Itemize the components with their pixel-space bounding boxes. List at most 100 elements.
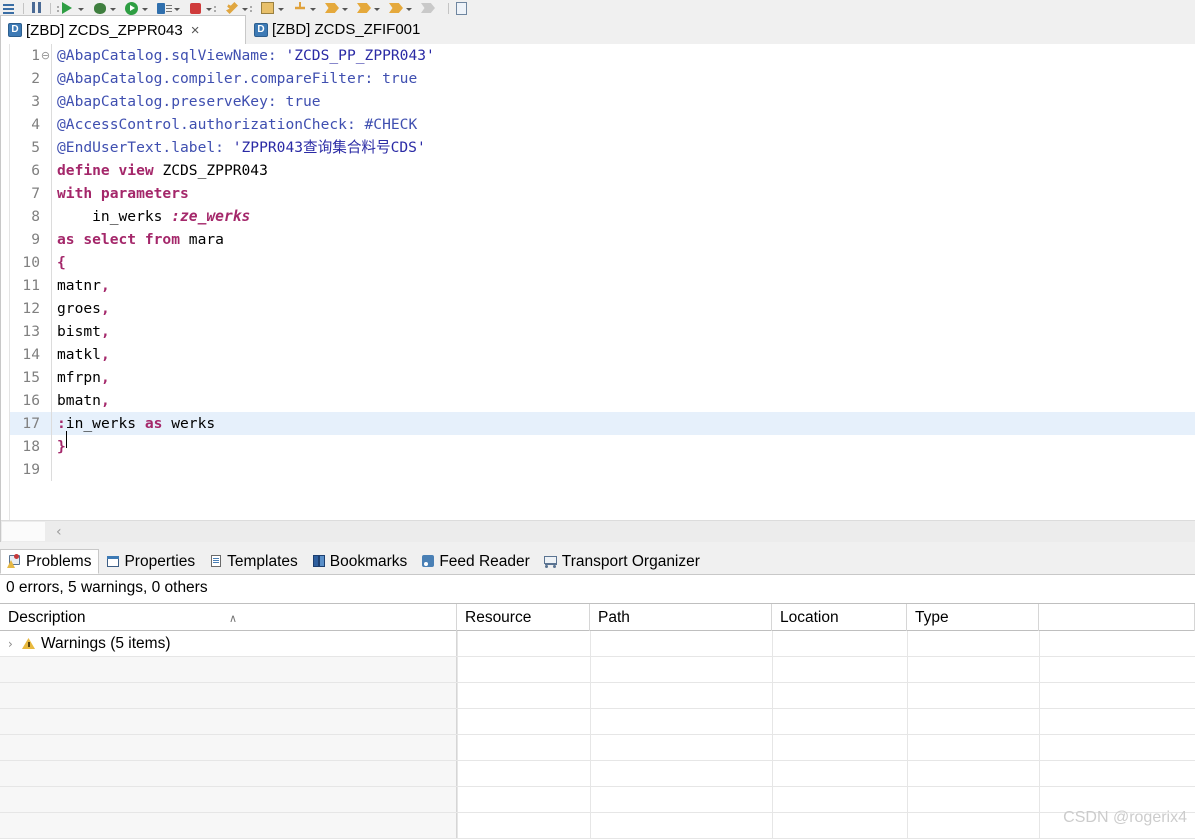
- chevron-down-icon[interactable]: [240, 1, 249, 15]
- line-number: 3: [10, 90, 40, 113]
- code-line[interactable]: 4@AccessControl.authorizationCheck: #CHE…: [10, 113, 1195, 136]
- line-number: 4: [10, 113, 40, 136]
- problems-table-body[interactable]: ›Warnings (5 items): [0, 631, 1195, 839]
- code-line[interactable]: 5@EndUserText.label: 'ZPPR043查询集合料号CDS': [10, 136, 1195, 159]
- panel-tab-problems[interactable]: Problems: [0, 549, 99, 574]
- line-number: 17: [10, 412, 40, 435]
- quickfix-icon[interactable]: [224, 1, 240, 15]
- table-row[interactable]: [0, 735, 1195, 761]
- code-editor[interactable]: 1⊖@AbapCatalog.sqlViewName: 'ZCDS_PP_ZPP…: [0, 44, 1195, 542]
- column-header-path[interactable]: Path: [590, 604, 772, 631]
- cell-description[interactable]: [0, 709, 457, 734]
- panel-tab-label: Problems: [26, 553, 91, 571]
- code-token: @AbapCatalog.compiler.compareFilter: tru…: [57, 70, 417, 87]
- abap-list-icon[interactable]: [260, 1, 276, 15]
- back-arrow-icon[interactable]: [324, 1, 340, 15]
- table-row[interactable]: [0, 709, 1195, 735]
- chevron-down-icon[interactable]: [308, 1, 317, 15]
- column-divider: [772, 657, 773, 682]
- scrollbar-thumb[interactable]: [2, 522, 45, 541]
- code-line[interactable]: 2@AbapCatalog.compiler.compareFilter: tr…: [10, 67, 1195, 90]
- editor-tab-2[interactable]: D[ZBD] ZCDS_ZFIF001: [246, 15, 466, 44]
- gutter-separator: [51, 320, 52, 343]
- panel-tab-templates[interactable]: Templates: [202, 549, 305, 574]
- chevron-down-icon[interactable]: [372, 1, 381, 15]
- column-header-resource[interactable]: Resource: [457, 604, 590, 631]
- activate-icon[interactable]: [124, 1, 140, 15]
- code-line[interactable]: 7with parameters: [10, 182, 1195, 205]
- code-line[interactable]: 13bismt,: [10, 320, 1195, 343]
- chevron-down-icon[interactable]: [108, 1, 117, 15]
- cell-description[interactable]: [0, 813, 457, 838]
- line-number: 18: [10, 435, 40, 458]
- new-page-icon[interactable]: [454, 1, 470, 15]
- fold-collapse-icon[interactable]: ⊖: [40, 44, 51, 67]
- scroll-left-icon[interactable]: ‹: [56, 524, 62, 540]
- chevron-down-icon[interactable]: [172, 1, 181, 15]
- code-line[interactable]: 11matnr,: [10, 274, 1195, 297]
- editor-horizontal-scrollbar[interactable]: ‹: [1, 520, 1195, 542]
- code-line[interactable]: 19: [10, 458, 1195, 481]
- code-content[interactable]: 1⊖@AbapCatalog.sqlViewName: 'ZCDS_PP_ZPP…: [10, 44, 1195, 542]
- code-line[interactable]: 17:in_werks as werks: [10, 412, 1195, 435]
- chevron-down-icon[interactable]: [404, 1, 413, 15]
- cell-description[interactable]: [0, 761, 457, 786]
- code-line[interactable]: 1⊖@AbapCatalog.sqlViewName: 'ZCDS_PP_ZPP…: [10, 44, 1195, 67]
- code-line[interactable]: 10{: [10, 251, 1195, 274]
- code-line[interactable]: 18}: [10, 435, 1195, 458]
- code-line[interactable]: 9as select from mara: [10, 228, 1195, 251]
- cell-description[interactable]: [0, 657, 457, 682]
- code-line[interactable]: 12groes,: [10, 297, 1195, 320]
- debug-icon[interactable]: [92, 1, 108, 15]
- terminate-icon[interactable]: [188, 1, 204, 15]
- sort-ascending-icon: ∧: [229, 605, 237, 632]
- outline-icon[interactable]: [2, 1, 18, 15]
- code-line[interactable]: 16bmatn,: [10, 389, 1195, 412]
- code-line[interactable]: 15mfrpn,: [10, 366, 1195, 389]
- code-token: ,: [101, 300, 110, 317]
- code-line[interactable]: 8 in_werks :ze_werks: [10, 205, 1195, 228]
- cell-description[interactable]: ›Warnings (5 items): [0, 631, 457, 656]
- adt-object-icon[interactable]: [156, 1, 172, 15]
- forward-arrow-icon[interactable]: [356, 1, 372, 15]
- column-header-description[interactable]: Description∧: [0, 604, 457, 631]
- table-row[interactable]: [0, 787, 1195, 813]
- column-divider: [907, 761, 908, 786]
- chevron-down-icon[interactable]: [276, 1, 285, 15]
- navigate-arrow-icon[interactable]: [388, 1, 404, 15]
- column-header-blank[interactable]: [1039, 604, 1195, 631]
- column-header-location[interactable]: Location: [772, 604, 907, 631]
- expand-arrow-icon[interactable]: ›: [8, 637, 22, 651]
- column-divider: [1039, 787, 1040, 812]
- code-line[interactable]: 14matkl,: [10, 343, 1195, 366]
- code-token: define view: [57, 162, 162, 179]
- panel-tab-properties[interactable]: Properties: [99, 549, 202, 574]
- table-row[interactable]: [0, 761, 1195, 787]
- code-line[interactable]: 3@AbapCatalog.preserveKey: true: [10, 90, 1195, 113]
- table-row[interactable]: [0, 657, 1195, 683]
- chevron-down-icon[interactable]: [140, 1, 149, 15]
- panel-tab-bookmarks[interactable]: Bookmarks: [305, 549, 415, 574]
- table-row[interactable]: [0, 683, 1195, 709]
- suspend-icon[interactable]: [29, 1, 45, 15]
- line-number: 6: [10, 159, 40, 182]
- table-row[interactable]: [0, 813, 1195, 839]
- chevron-down-icon[interactable]: [76, 1, 85, 15]
- chevron-down-icon[interactable]: [340, 1, 349, 15]
- editor-annotation-ruler[interactable]: [1, 44, 10, 542]
- panel-tab-transport-organizer[interactable]: Transport Organizer: [537, 549, 707, 574]
- column-header-type[interactable]: Type: [907, 604, 1039, 631]
- close-icon[interactable]: ×: [191, 23, 200, 38]
- code-line[interactable]: 6define view ZCDS_ZPPR043: [10, 159, 1195, 182]
- cell-description[interactable]: [0, 735, 457, 760]
- cell-description[interactable]: [0, 787, 457, 812]
- table-row[interactable]: ›Warnings (5 items): [0, 631, 1195, 657]
- chevron-down-icon[interactable]: [204, 1, 213, 15]
- run-icon[interactable]: [60, 1, 76, 15]
- cell-description[interactable]: [0, 683, 457, 708]
- editor-tab-1[interactable]: D[ZBD] ZCDS_ZPPR043×: [0, 15, 246, 44]
- panel-tab-feed-reader[interactable]: Feed Reader: [414, 549, 536, 574]
- where-used-icon[interactable]: [292, 1, 308, 15]
- gray-arrow-icon[interactable]: [420, 1, 436, 15]
- column-divider: [1039, 657, 1040, 682]
